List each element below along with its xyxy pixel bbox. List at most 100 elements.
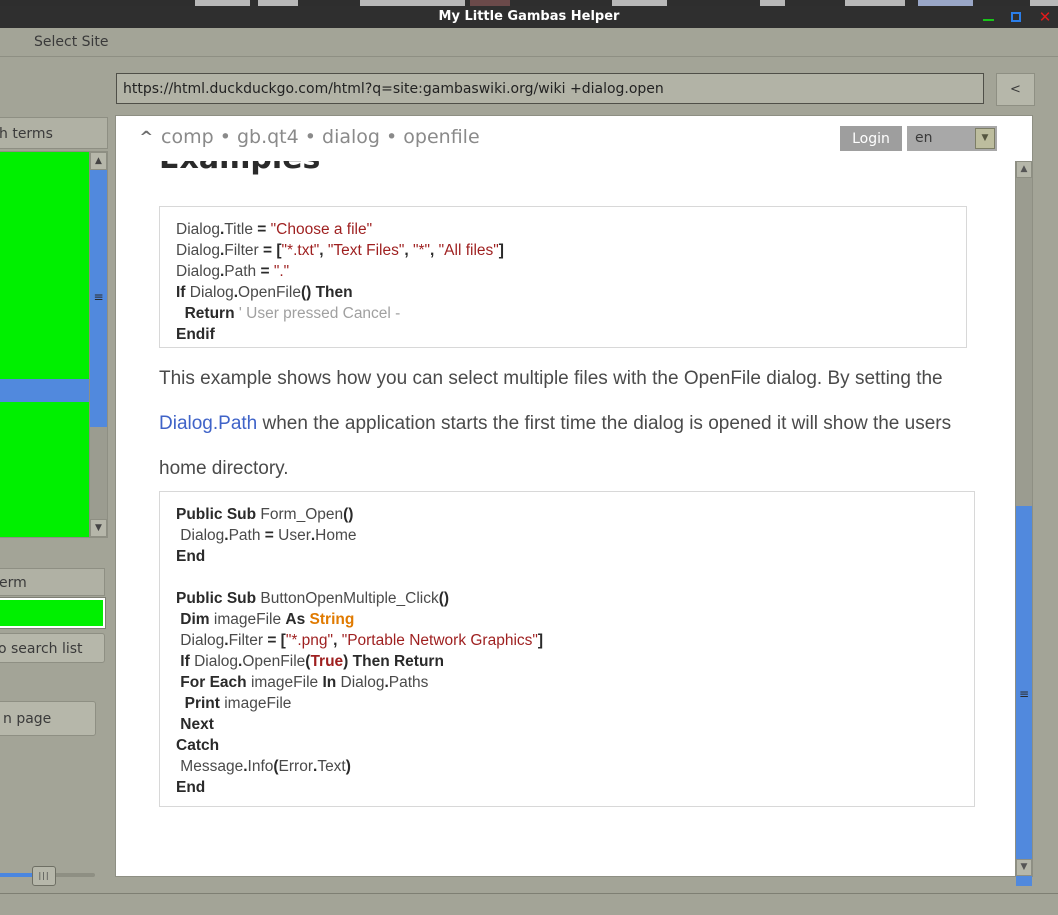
breadcrumb-item-comp[interactable]: comp	[161, 126, 214, 148]
breadcrumb-item-openfile[interactable]: openfile	[403, 126, 479, 148]
code-token: ]	[538, 632, 543, 649]
code-line: Next	[176, 714, 958, 735]
code-token: Paths	[389, 674, 429, 691]
code-token: = [	[267, 632, 286, 649]
open-page-button[interactable]: n page	[0, 701, 96, 736]
code-line: Dialog.Filter = ["*.txt", "Text Files", …	[176, 240, 950, 261]
chevron-down-icon[interactable]: ▼	[975, 128, 995, 149]
list-item-selected[interactable]	[0, 379, 91, 402]
code-token: Error	[279, 758, 313, 775]
code-token: OpenFile	[238, 284, 301, 301]
close-icon[interactable]: ✕	[1038, 10, 1052, 24]
code-token: End	[176, 548, 205, 565]
minimize-icon[interactable]	[982, 10, 996, 24]
code-token: Public Sub	[176, 506, 260, 523]
code-token: "All files"	[439, 242, 499, 259]
menu-item-select-site[interactable]: Select Site	[34, 28, 109, 56]
breadcrumb-separator: •	[386, 126, 397, 148]
page-scrollbar[interactable]: ▲ ▼	[1015, 161, 1032, 876]
code-token: Filter	[229, 632, 268, 649]
code-token: OpenFile	[242, 653, 305, 670]
back-button[interactable]: <	[996, 73, 1035, 106]
code-line: Return ' User pressed Cancel -	[176, 303, 950, 324]
code-token: =	[265, 527, 278, 544]
code-token: Dialog	[176, 527, 224, 544]
code-token: Filter	[224, 242, 263, 259]
dialog-path-link[interactable]: Dialog.Path	[159, 413, 257, 434]
code-line: For Each imageFile In Dialog.Paths	[176, 672, 958, 693]
code-token: =	[260, 263, 273, 280]
menu-bar: er Select Site	[0, 28, 1058, 57]
code-token: Dialog	[176, 242, 220, 259]
page-title: Examples	[159, 161, 320, 176]
code-line: End	[176, 546, 958, 567]
paragraph-text-after: when the application starts the first ti…	[159, 413, 951, 479]
sidebar-scrollbar-thumb[interactable]	[90, 170, 107, 427]
code-token: "Text Files"	[328, 242, 404, 259]
code-token: Public Sub	[176, 590, 260, 607]
code-line	[176, 567, 958, 588]
page-scrollbar-thumb[interactable]	[1016, 506, 1032, 886]
code-token: Dialog	[176, 221, 220, 238]
breadcrumb-item-gbqt4[interactable]: gb.qt4	[237, 126, 299, 148]
page-content: Examples Dialog.Title = "Choose a file"D…	[116, 161, 1015, 876]
code-token: = [	[263, 242, 282, 259]
description-paragraph: This example shows how you can select mu…	[159, 356, 989, 491]
code-token: () Then	[301, 284, 353, 301]
code-token: )	[346, 758, 351, 775]
code-token: Dialog	[194, 653, 238, 670]
code-token: "Portable Network Graphics"	[342, 632, 538, 649]
term-label: erm	[0, 568, 105, 596]
code-token: For Each	[176, 674, 251, 691]
language-select-value: en	[915, 130, 933, 146]
app-window: My Little Gambas Helper ✕ er Select Site…	[0, 0, 1058, 915]
code-block-example-1: Dialog.Title = "Choose a file"Dialog.Fil…	[159, 206, 967, 348]
collapse-caret-icon[interactable]: ^	[139, 128, 153, 146]
code-token: True	[310, 653, 343, 670]
code-line: Endif	[176, 324, 950, 345]
code-token: Title	[224, 221, 257, 238]
code-line: Print imageFile	[176, 693, 958, 714]
zoom-slider-knob[interactable]: |||	[32, 866, 56, 886]
scroll-down-icon[interactable]: ▼	[90, 519, 107, 537]
code-token: As	[285, 611, 309, 628]
sidebar-scrollbar[interactable]: ▲ ▼	[89, 151, 108, 538]
code-token: imageFile	[224, 695, 291, 712]
window-controls: ✕	[982, 6, 1052, 28]
code-token: End	[176, 779, 205, 796]
code-token: =	[257, 221, 270, 238]
login-button[interactable]: Login	[840, 126, 902, 151]
code-line: Dim imageFile As String	[176, 609, 958, 630]
code-token: "Choose a file"	[271, 221, 372, 238]
code-token: In	[322, 674, 340, 691]
language-select[interactable]: en ▼	[907, 126, 997, 151]
code-token: Dialog	[176, 263, 220, 280]
url-input[interactable]	[116, 73, 984, 104]
code-line: Public Sub ButtonOpenMultiple_Click()	[176, 588, 958, 609]
page-header-bar: ^ comp • gb.qt4 • dialog • openfile Logi…	[116, 116, 1032, 161]
code-token: "*.txt"	[282, 242, 320, 259]
term-input[interactable]	[0, 598, 105, 628]
code-token: "*.png"	[286, 632, 333, 649]
breadcrumb-item-dialog[interactable]: dialog	[322, 126, 380, 148]
code-token: ButtonOpenMultiple_Click	[260, 590, 438, 607]
search-terms-label: h terms	[0, 117, 108, 149]
code-token: "*"	[413, 242, 430, 259]
browser-pane: ^ comp • gb.qt4 • dialog • openfile Logi…	[115, 115, 1033, 877]
add-to-search-list-button[interactable]: o search list	[0, 633, 105, 663]
scroll-up-icon[interactable]: ▲	[90, 152, 107, 170]
code-token: imageFile	[214, 611, 286, 628]
code-token: Dialog	[190, 284, 234, 301]
page-scroll-down-icon[interactable]: ▼	[1016, 859, 1032, 876]
code-token: If	[176, 653, 194, 670]
code-token: ,	[333, 632, 342, 649]
code-line: If Dialog.OpenFile(True) Then Return	[176, 651, 958, 672]
code-token: Path	[224, 263, 260, 280]
status-divider	[0, 893, 1058, 894]
code-token: Dialog	[341, 674, 385, 691]
code-token: Endif	[176, 326, 215, 343]
code-token: String	[310, 611, 355, 628]
page-scroll-up-icon[interactable]: ▲	[1016, 161, 1032, 178]
search-terms-list[interactable]	[0, 151, 92, 538]
maximize-icon[interactable]	[1010, 10, 1024, 24]
